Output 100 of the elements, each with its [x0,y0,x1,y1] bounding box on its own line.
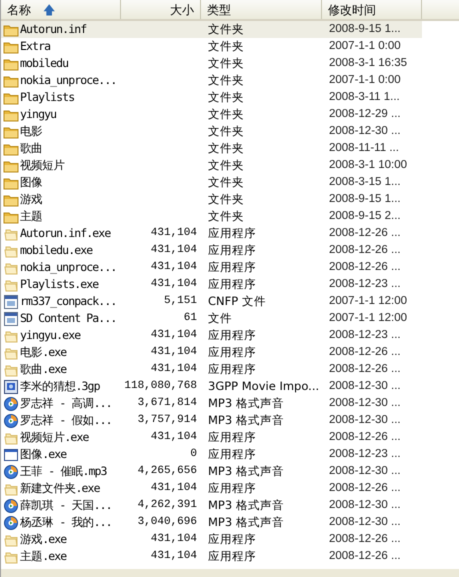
modified-date: 2007-1-1 0:00 [329,40,401,52]
file-row[interactable]: 图像 文件夹 2008-3-15 1... [1,174,422,191]
file-row[interactable]: Autorun.inf.exe 431,104 应用程序 2008-12-26 ... [1,225,422,242]
file-row[interactable]: Playlists.exe 431,104 应用程序 2008-12-23 ... [1,276,422,293]
file-type: 文件夹 [208,56,244,70]
file-type: 文件夹 [208,175,244,189]
modified-date: 2008-12-23 ... [329,278,401,290]
column-header[interactable]: 大小 [121,0,201,19]
file-row[interactable]: 视频短片.exe 431,104 应用程序 2008-12-26 ... [1,429,422,446]
file-name: 罗志祥 - 假如... [20,412,112,429]
document-icon [3,294,19,310]
media-file-icon [3,396,19,412]
file-row[interactable]: mobiledu 文件夹 2008-3-1 16:35 [1,55,422,72]
file-row[interactable]: 王菲 - 催眠.mp3 4,265,656 MP3 格式声音 2008-12-30 ... [1,463,422,480]
file-row[interactable]: Extra 文件夹 2007-1-1 0:00 [1,38,422,55]
file-row[interactable]: 新建文件夹.exe 431,104 应用程序 2008-12-26 ... [1,480,422,497]
file-size: 5,151 [164,295,197,308]
file-type: 应用程序 [208,447,256,461]
file-row[interactable]: Playlists 文件夹 2008-3-11 1... [1,89,422,106]
file-size: 431,104 [150,261,197,274]
file-row[interactable]: nokia_unproce... 431,104 应用程序 2008-12-26 ... [1,259,422,276]
file-name: 歌曲 [20,140,42,157]
file-type: MP3 格式声音 [208,413,284,427]
file-row[interactable]: 电影 文件夹 2008-12-30 ... [1,123,422,140]
file-row[interactable]: 主题 文件夹 2008-9-15 2... [1,208,422,225]
file-type: MP3 格式声音 [208,498,284,512]
file-size: 431,104 [150,482,197,494]
file-size: 431,104 [150,278,197,290]
file-name: yingyu.exe [20,327,80,344]
file-size: 431,104 [150,244,197,256]
column-header[interactable]: 修改时间 [322,0,422,19]
modified-date: 2008-3-1 10:00 [329,159,408,171]
file-row[interactable]: 主题.exe 431,104 应用程序 2008-12-26 ... [1,548,422,565]
file-row[interactable]: 歌曲.exe 431,104 应用程序 2008-12-26 ... [1,361,422,378]
window-icon [3,446,19,463]
file-type: CNFP 文件 [208,294,266,308]
file-row[interactable]: 歌曲 文件夹 2008-11-11 ... [1,140,422,157]
modified-date: 2008-12-30 ... [329,397,401,409]
file-row[interactable]: 游戏 文件夹 2008-9-15 1... [1,191,422,208]
file-size: 431,104 [150,346,197,358]
file-type: MP3 格式声音 [208,396,284,410]
file-type: 应用程序 [208,481,256,495]
file-size: 431,104 [150,363,197,376]
file-row[interactable]: 图像.exe 0 应用程序 2008-12-23 ... [1,446,422,463]
file-type: 应用程序 [208,532,256,546]
file-type: 文件夹 [208,39,244,53]
file-row[interactable]: 罗志祥 - 高调... 3,671,814 MP3 格式声音 2008-12-30 ... [1,395,422,412]
modified-date: 2008-12-30 ... [329,125,401,137]
file-row[interactable]: SD Content Pa... 61 文件 2007-1-1 12:00 [1,310,422,327]
file-size: 3,757,914 [138,414,197,426]
file-row[interactable]: 李米的猜想.3gp 118,080,768 3GPP Movie Impo... 2008-12-30 ... [1,378,422,395]
modified-date: 2008-3-15 1... [329,176,401,188]
modified-date: 2008-3-11 1... [329,91,400,103]
file-row[interactable]: 游戏.exe 431,104 应用程序 2008-12-26 ... [1,531,422,548]
file-row[interactable]: Autorun.inf 文件夹 2008-9-15 1... [1,21,422,38]
file-row[interactable]: yingyu 文件夹 2008-12-29 ... [1,106,422,123]
modified-date: 2008-12-26 ... [329,431,401,443]
file-name: 电影 [20,123,42,140]
file-name: nokia_unproce... [20,72,116,89]
file-type: MP3 格式声音 [208,464,284,478]
file-name: 游戏.exe [20,531,66,548]
file-size: 118,080,768 [124,380,197,392]
video-file-icon [3,378,19,395]
file-row[interactable]: mobiledu.exe 431,104 应用程序 2008-12-26 ... [1,242,422,259]
file-row[interactable]: 电影.exe 431,104 应用程序 2008-12-26 ... [1,344,422,361]
file-row[interactable]: 视频短片 文件夹 2008-3-1 10:00 [1,157,422,174]
file-size: 0 [190,448,197,460]
column-header[interactable]: 名称 🡅 [1,0,121,19]
column-header[interactable]: 类型 [201,0,322,19]
file-type: MP3 格式声音 [208,515,284,529]
media-file-icon [3,498,19,514]
file-name: mobiledu [20,55,68,72]
file-size: 431,104 [150,533,197,546]
file-size: 431,104 [150,431,197,444]
file-type: 3GPP Movie Impo... [208,379,320,393]
file-row[interactable]: 杨丞琳 - 我的... 3,040,696 MP3 格式声音 2008-12-30 ... [1,514,422,531]
file-size: 4,262,391 [138,499,197,512]
file-name: SD Content Pa... [20,310,116,327]
modified-date: 2008-9-15 2... [329,210,401,222]
modified-date: 2007-1-1 12:00 [329,295,408,307]
file-type: 文件夹 [208,107,244,121]
file-row[interactable]: 罗志祥 - 假如... 3,757,914 MP3 格式声音 2008-12-30 ... [1,412,422,429]
file-name: 游戏 [20,191,42,208]
file-name: 李米的猜想.3gp [20,378,100,395]
file-name: Playlists [20,89,74,106]
file-row[interactable]: rm337_conpack... 5,151 CNFP 文件 2007-1-1 12:00 [1,293,422,310]
file-row[interactable]: yingyu.exe 431,104 应用程序 2008-12-23 ... [1,327,422,344]
modified-date: 2008-12-26 ... [329,550,401,562]
file-name: 视频短片 [20,157,64,174]
modified-date: 2008-12-23 ... [329,329,401,341]
file-name: Extra [20,38,50,55]
file-name: 王菲 - 催眠.mp3 [20,463,107,480]
file-row[interactable]: nokia_unproce... 文件夹 2007-1-1 0:00 [1,72,422,89]
file-row[interactable]: 薛凯琪 - 天国... 4,262,391 MP3 格式声音 2008-12-30 ... [1,497,422,514]
file-type: 应用程序 [208,345,256,359]
file-name: 歌曲.exe [20,361,66,378]
file-name: 罗志祥 - 高调... [20,395,112,412]
file-size: 4,265,656 [138,465,197,478]
file-size: 431,104 [150,329,197,342]
file-type: 应用程序 [208,328,256,342]
